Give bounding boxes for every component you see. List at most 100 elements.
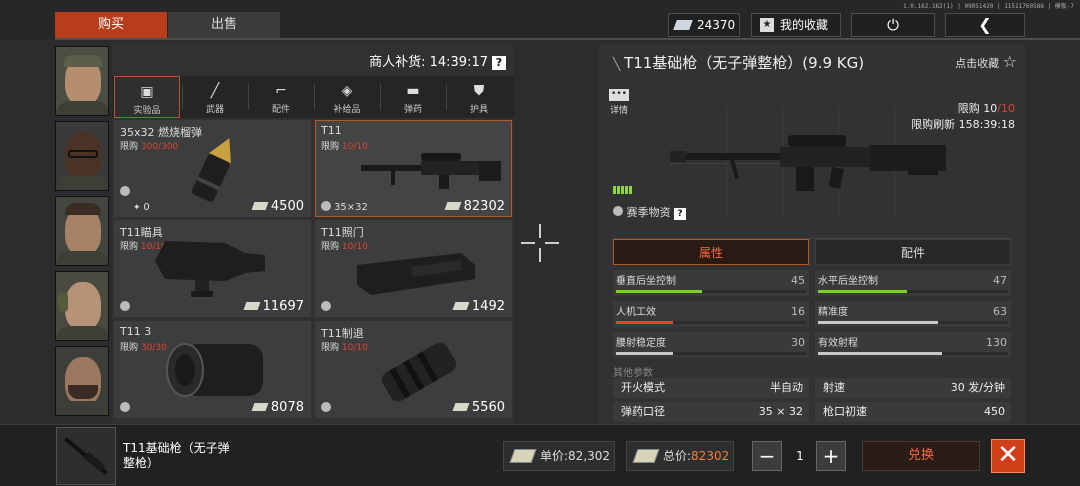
cash-stack-icon bbox=[632, 449, 660, 463]
rifle-preview-image bbox=[670, 135, 946, 191]
details-button[interactable]: ••• 详情 bbox=[609, 89, 629, 116]
tab-attributes[interactable]: 属性 bbox=[613, 239, 809, 265]
stat-ergonomics: 人机工效 16 bbox=[613, 301, 809, 327]
stat-vertical-recoil: 垂直后坐控制 45 bbox=[613, 270, 809, 296]
season-text: 赛季物资 bbox=[626, 206, 671, 219]
param-label: 弹药口径 bbox=[621, 405, 665, 418]
exchange-button[interactable]: 兑换 bbox=[862, 441, 980, 471]
cap-shape bbox=[64, 55, 102, 67]
briefcase-icon: ▣ bbox=[140, 84, 154, 100]
purchase-limit: 限购 10/10 bbox=[958, 100, 1015, 116]
stat-track bbox=[616, 290, 806, 293]
item-price: 4500 bbox=[251, 199, 304, 214]
box-icon: ◈ bbox=[341, 83, 353, 99]
merchant-portrait-3[interactable] bbox=[55, 196, 109, 266]
weapon-preview bbox=[670, 107, 950, 219]
grenade-round-image bbox=[191, 138, 231, 202]
stat-horizontal-recoil: 水平后坐控制 47 bbox=[815, 270, 1011, 296]
cash-icon bbox=[673, 20, 693, 30]
item-price: 5560 bbox=[452, 400, 505, 415]
stat-value: 45 bbox=[791, 274, 805, 287]
item-card[interactable]: T11照门 限购 10/10 1492 bbox=[315, 220, 512, 317]
price-value: 5560 bbox=[471, 400, 505, 415]
cash-icon bbox=[243, 302, 261, 310]
stat-fill bbox=[616, 321, 673, 324]
version-label: 1.0.162.162(1) | 09051420 | 11511760586 … bbox=[903, 3, 1074, 10]
cash-icon bbox=[251, 403, 269, 411]
price-value: 11697 bbox=[262, 299, 304, 314]
currency-display: 24370 bbox=[668, 13, 740, 37]
price-value: 8078 bbox=[270, 400, 304, 415]
stat-fill bbox=[818, 290, 908, 293]
limit-max: /10 bbox=[997, 102, 1015, 115]
more-dots-icon: ••• bbox=[609, 89, 629, 101]
item-name: T11制退 bbox=[321, 327, 364, 340]
total-price-prefix: 总价: bbox=[663, 449, 692, 463]
cash-icon bbox=[251, 202, 269, 210]
add-favorite-button[interactable]: 点击收藏 ☆ bbox=[955, 52, 1017, 71]
param-label: 枪口初速 bbox=[823, 405, 867, 418]
stat-label: 人机工效 bbox=[616, 307, 656, 318]
scope-image bbox=[155, 241, 265, 297]
merchant-portrait-2[interactable] bbox=[55, 121, 109, 191]
limit-prefix: 限购 bbox=[957, 102, 984, 115]
total-price: 总价:82302 bbox=[626, 441, 734, 471]
limit-refresh-timer: 限购刷新 158:39:18 bbox=[911, 118, 1015, 131]
category-weapons[interactable]: ╱ 武器 bbox=[182, 76, 248, 118]
merchant-portrait-4[interactable] bbox=[55, 271, 109, 341]
hair-shape bbox=[65, 203, 101, 215]
cash-stack-icon bbox=[509, 449, 537, 463]
shield-badge-icon bbox=[120, 402, 130, 412]
my-favorites-button[interactable]: ★ 我的收藏 bbox=[751, 13, 841, 37]
tab-sell[interactable]: 出售 bbox=[168, 12, 280, 38]
merchant-portrait-5[interactable] bbox=[55, 346, 109, 416]
help-icon[interactable]: ? bbox=[674, 208, 686, 220]
rifle-icon: ╱ bbox=[210, 83, 220, 99]
item-card[interactable]: T11制退 限购 10/10 5560 bbox=[315, 321, 512, 418]
back-button[interactable]: ❮ bbox=[945, 13, 1025, 37]
tab-buy[interactable]: 购买 bbox=[55, 12, 167, 38]
quantity-value[interactable]: 1 bbox=[785, 441, 815, 471]
rarity-bar-icon bbox=[613, 186, 633, 194]
close-button[interactable]: ✕ bbox=[991, 439, 1025, 473]
category-supplies[interactable]: ◈ 补给品 bbox=[314, 76, 380, 118]
category-label: 配件 bbox=[271, 105, 290, 115]
favorites-label: 我的收藏 bbox=[780, 18, 829, 32]
category-attachments[interactable]: ⌐ 配件 bbox=[248, 76, 314, 118]
category-experimental[interactable]: ▣ 实验品 bbox=[114, 76, 180, 118]
star-outline-icon: ☆ bbox=[1002, 52, 1017, 71]
shield-badge-icon bbox=[321, 301, 331, 311]
help-icon[interactable]: ? bbox=[492, 56, 506, 70]
category-armor[interactable]: ⛊ 护具 bbox=[446, 76, 512, 118]
beard-shape bbox=[68, 385, 98, 399]
quantity-plus-button[interactable]: + bbox=[816, 441, 846, 471]
item-card-selected[interactable]: T11 限购 10/10 35×32 82302 bbox=[315, 120, 512, 217]
limit-value: 300/300 bbox=[140, 142, 179, 152]
stat-track bbox=[818, 321, 1008, 324]
limit-prefix: 限购 bbox=[120, 343, 141, 353]
category-ammo[interactable]: ▬ 弹药 bbox=[380, 76, 446, 118]
power-button[interactable]: ⏻ bbox=[851, 13, 935, 37]
param-value: 30 发/分钟 bbox=[950, 381, 1005, 394]
item-limit: 限购 10/10 bbox=[321, 340, 368, 353]
price-value: 1492 bbox=[471, 299, 505, 314]
item-card[interactable]: T11瞄具 限购 10/10 11697 bbox=[114, 220, 311, 317]
param-value: 半自动 bbox=[770, 381, 803, 394]
unit-price: 单价:82,302 bbox=[503, 441, 615, 471]
figure-icon: ✦ bbox=[133, 203, 144, 213]
limit-prefix: 限购 bbox=[120, 142, 141, 152]
limit-prefix: 限购 bbox=[321, 142, 342, 152]
item-card[interactable]: 35x32 燃烧榴弹 限购 300/300 ✦ 0 4500 bbox=[114, 120, 311, 217]
portrait-shoulders bbox=[56, 101, 108, 115]
favorites-star-icon: ★ bbox=[760, 18, 774, 32]
currency-amount: 24370 bbox=[697, 18, 736, 32]
merchant-portrait-1[interactable] bbox=[55, 46, 109, 116]
shield-badge-icon bbox=[321, 402, 331, 412]
tab-attachments[interactable]: 配件 bbox=[815, 239, 1011, 265]
cash-icon bbox=[444, 202, 462, 210]
item-limit: 限购 30/30 bbox=[120, 340, 167, 353]
power-icon: ⏻ bbox=[887, 16, 899, 34]
quantity-minus-button[interactable]: − bbox=[752, 441, 782, 471]
param-value: 35 × 32 bbox=[758, 405, 803, 418]
item-card[interactable]: T11 3 限购 30/30 8078 bbox=[114, 321, 311, 418]
